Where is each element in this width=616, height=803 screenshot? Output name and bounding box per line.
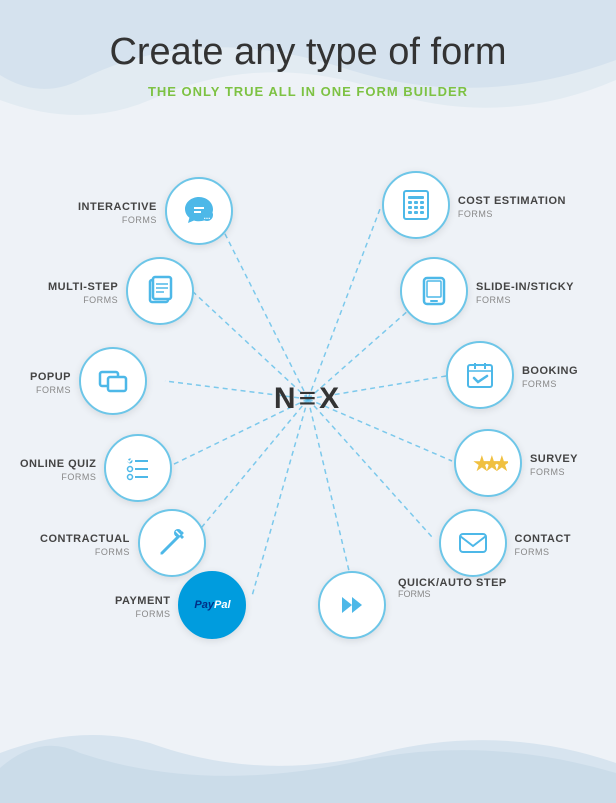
node-payment: PAYMENT FORMS PayPal bbox=[115, 571, 246, 639]
svg-text:★: ★ bbox=[492, 451, 508, 476]
circle-online-quiz bbox=[104, 434, 172, 502]
circle-multi-step bbox=[126, 257, 194, 325]
page-background: Create any type of form THE ONLY TRUE AL… bbox=[0, 0, 616, 803]
label-multi-step: MULTI-STEP FORMS bbox=[48, 277, 118, 305]
label-online-quiz: ONLINE QUIZ FORMS bbox=[20, 454, 96, 482]
diagram-area: N≡X INTERACTIVE FORMS ... bbox=[0, 109, 616, 689]
wave-bottom bbox=[0, 723, 616, 803]
label-contractual: CONTRACTUAL FORMS bbox=[40, 529, 130, 557]
label-popup: POPUP FORMS bbox=[30, 367, 71, 395]
svg-text:...: ... bbox=[204, 212, 211, 221]
node-slide-in: SLIDE-IN/STICKY FORMS bbox=[400, 257, 574, 325]
circle-payment: PayPal bbox=[178, 571, 246, 639]
page-title: Create any type of form bbox=[0, 30, 616, 76]
center-logo: N≡X bbox=[274, 382, 342, 416]
label-booking: BOOKING FORMS bbox=[522, 361, 578, 389]
node-popup: POPUP FORMS bbox=[30, 347, 147, 415]
node-booking: BOOKING FORMS bbox=[446, 341, 578, 409]
circle-popup bbox=[79, 347, 147, 415]
node-interactive: INTERACTIVE FORMS ... bbox=[78, 177, 233, 245]
node-survey: ★ ★ ★ SURVEY FORMS bbox=[454, 429, 578, 497]
circle-slide-in bbox=[400, 257, 468, 325]
label-survey: SURVEY FORMS bbox=[530, 449, 578, 477]
main-content: Create any type of form THE ONLY TRUE AL… bbox=[0, 0, 616, 689]
circle-survey: ★ ★ ★ bbox=[454, 429, 522, 497]
node-online-quiz: ONLINE QUIZ FORMS bbox=[20, 434, 172, 502]
label-contact: CONTACT FORMS bbox=[515, 529, 571, 557]
circle-cost-estimation bbox=[382, 171, 450, 239]
node-cost-estimation: COST ESTIMATION FORMS bbox=[382, 171, 566, 239]
circle-booking bbox=[446, 341, 514, 409]
node-multi-step: MULTI-STEP FORMS bbox=[48, 257, 194, 325]
node-contractual: CONTRACTUAL FORMS bbox=[40, 509, 206, 577]
label-payment: PAYMENT FORMS bbox=[115, 591, 170, 619]
circle-quick-auto bbox=[318, 571, 386, 639]
circle-contact bbox=[439, 509, 507, 577]
label-slide-in: SLIDE-IN/STICKY FORMS bbox=[476, 277, 574, 305]
circle-interactive: ... bbox=[165, 177, 233, 245]
page-subtitle: THE ONLY TRUE ALL IN ONE FORM BUILDER bbox=[0, 84, 616, 99]
node-quick-auto bbox=[318, 571, 386, 639]
label-interactive: INTERACTIVE FORMS bbox=[78, 197, 157, 225]
node-contact: CONTACT FORMS bbox=[439, 509, 571, 577]
circle-contractual bbox=[138, 509, 206, 577]
label-cost-estimation: COST ESTIMATION FORMS bbox=[458, 191, 566, 219]
